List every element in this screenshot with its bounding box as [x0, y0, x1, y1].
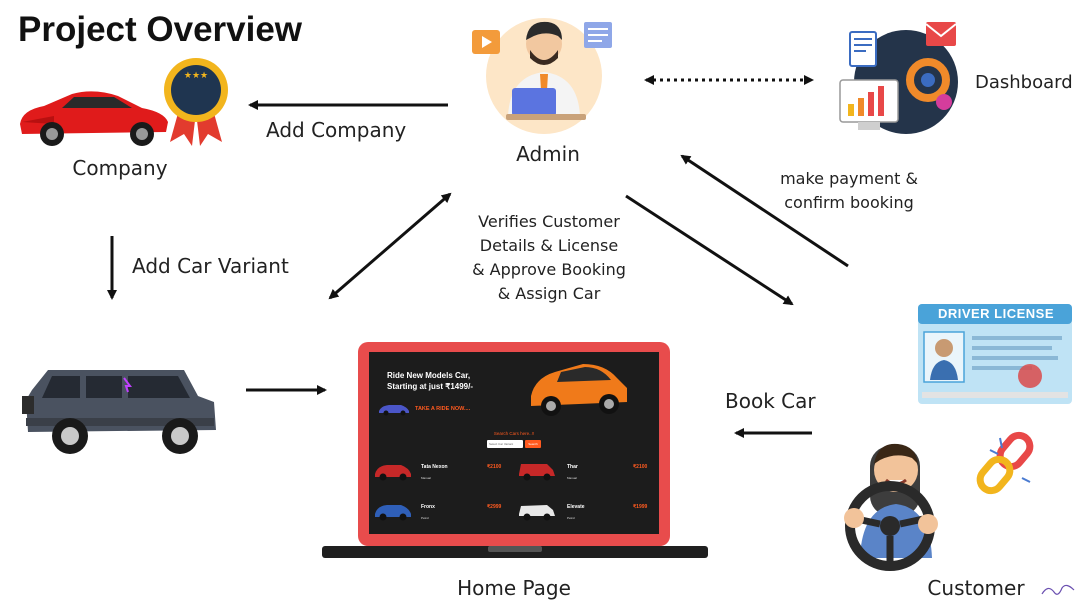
- home-page-label: Home Page: [457, 576, 571, 600]
- company-label: Company: [72, 156, 168, 180]
- payment-label-line2: confirm booking: [784, 193, 914, 212]
- car-name: Fronx: [421, 504, 435, 510]
- car-tag: Manual: [421, 476, 431, 480]
- award-badge-icon: ★★★: [164, 58, 228, 146]
- admin-person-icon: [472, 18, 612, 134]
- svg-text:★★★: ★★★: [184, 71, 208, 81]
- car-price: ₹2999: [487, 504, 502, 510]
- suv-car-icon: [22, 370, 216, 454]
- car-tag: Manual: [567, 476, 577, 480]
- book-car-label: Book Car: [725, 389, 816, 413]
- add-car-variant-label: Add Car Variant: [132, 254, 289, 278]
- car-tag: Petrol: [421, 516, 429, 520]
- verify-label-line1: Verifies Customer: [478, 212, 620, 231]
- payment-label-line1: make payment &: [780, 169, 918, 188]
- dashboard-label: Dashboard: [975, 72, 1073, 93]
- search-button[interactable]: Search: [525, 440, 541, 448]
- hero-line-1: Ride New Models Car,: [387, 371, 471, 380]
- license-title: DRIVER LICENSE: [937, 306, 1055, 321]
- car-price: ₹2100: [633, 464, 648, 470]
- arrow-admin-homepage: [328, 192, 452, 300]
- hero-text: Ride New Models Car, Starting at just ₹1…: [387, 370, 473, 392]
- small-car-icon: [379, 405, 409, 416]
- car-name: Elevate: [567, 504, 585, 510]
- customer-label: Customer: [927, 576, 1025, 600]
- add-company-label: Add Company: [266, 118, 407, 142]
- hero-line-2: Starting at just ₹1499/-: [387, 382, 473, 391]
- verify-label-line4: & Assign Car: [497, 284, 601, 303]
- car-name: Thar: [567, 464, 578, 470]
- verify-label-line2: Details & License: [479, 236, 619, 255]
- car-price: ₹1999: [633, 504, 648, 510]
- customer-driver-icon: [844, 443, 938, 571]
- home-page-screen: Ride New Models Car, Starting at just ₹1…: [369, 352, 659, 534]
- car-price: ₹2100: [487, 464, 502, 470]
- car-thumbnail-icon: [375, 505, 411, 521]
- car-thumbnail-icon: [375, 465, 411, 481]
- car-tag: Petrol: [567, 516, 575, 520]
- sports-car-icon: [20, 91, 168, 146]
- hero-car-icon: [531, 364, 627, 416]
- car-thumbnail-icon: [519, 505, 555, 521]
- car-thumbnail-icon: [519, 464, 555, 481]
- take-ride-button[interactable]: TAKE A RIDE NOW....: [415, 406, 470, 412]
- dashboard-analytics-icon: [839, 22, 958, 134]
- admin-label: Admin: [516, 142, 580, 166]
- search-title: Search Cars here..!!: [493, 431, 535, 436]
- car-variant-select[interactable]: Select Car Variant: [487, 440, 523, 448]
- signature-mark-icon: [1041, 584, 1075, 595]
- verify-label-line3: & Approve Booking: [472, 260, 626, 279]
- car-name: Tata Nexon: [421, 464, 448, 470]
- chain-link-icon: [976, 431, 1034, 495]
